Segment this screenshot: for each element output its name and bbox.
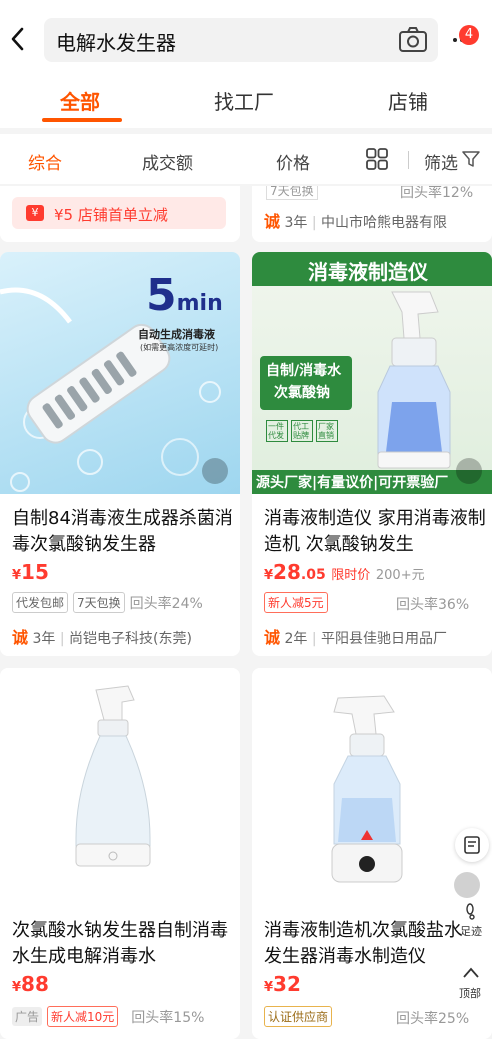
product-title[interactable]: 消毒液制造仪 家用消毒液制造机 次氯酸钠发生 (264, 506, 486, 558)
message-badge: 4 (459, 25, 479, 45)
tag: 7天包换 (73, 592, 125, 613)
chevron-up-icon[interactable] (462, 966, 480, 980)
product-tags: 新人减5元 (264, 592, 328, 613)
notes-button[interactable] (455, 828, 489, 862)
repeat-rate: 回头率25% (396, 1011, 470, 1027)
coupon-icon: ¥ (26, 205, 44, 221)
supplier-name: 尚铠电子科技(东莞) (69, 631, 192, 647)
product-price: ¥28.05 限时价 200+元 (264, 560, 425, 584)
grid-view-icon[interactable] (366, 148, 388, 170)
repeat-rate: 回头率15% (131, 1009, 205, 1026)
ad-tag: 广告 (12, 1007, 43, 1026)
product-card-top-right[interactable]: 7天包换 回头率12% 诚 3年 | 中山市哈熊电器有限 (252, 186, 492, 242)
supplier-years: 3年 (284, 215, 308, 231)
filter-icon[interactable] (462, 150, 480, 168)
repeat-rate: 回头率36% (396, 597, 470, 613)
product-tags: 代发包邮 7天包换 回头率24% (12, 592, 203, 613)
product-image: 5min 自动生成消毒液 (如需更高浓度可延时) (0, 252, 240, 494)
back-button[interactable] (6, 24, 28, 54)
tag-exchange: 7天包换 (266, 186, 318, 200)
image-mini-labels: 一件代发 代工贴牌 厂家直销 (266, 420, 338, 442)
image-search-icon[interactable] (202, 458, 228, 484)
product-price: ¥88 (12, 972, 49, 996)
category-tabs: 全部 找工厂 店铺 (0, 78, 492, 128)
supplier-name: 平阳县佳驰日用品厂 (321, 631, 448, 647)
cheng-icon: 诚 (12, 628, 29, 647)
shop-coupon-badge[interactable]: ¥ ¥5 店铺首单立减 (12, 197, 226, 229)
search-input[interactable]: 电解水发生器 (44, 18, 438, 62)
repeat-rate: 回头率12% (400, 186, 474, 201)
product-card[interactable]: 5min 自动生成消毒液 (如需更高浓度可延时) 自制84消毒液生成器杀菌消毒次… (0, 252, 240, 656)
divider (408, 151, 409, 169)
limit-price-label: 限时价 (331, 568, 371, 583)
sold-count: 200+元 (375, 568, 425, 583)
supplier-line[interactable]: 诚 3年 | 中山市哈熊电器有限 (264, 208, 447, 232)
product-image: 消毒液制造仪 自制/消毒水 次氯酸钠 一件代发 代工贴牌 厂家直销 源头厂家|有… (252, 252, 492, 494)
sort-volume[interactable]: 成交额 (142, 149, 193, 174)
image-label-box: 自制/消毒水 次氯酸钠 (260, 356, 352, 410)
product-title[interactable]: 自制84消毒液生成器杀菌消毒次氯酸钠发生器 (12, 506, 234, 558)
filter-button[interactable]: 筛选 (424, 149, 458, 174)
message-button[interactable]: 4 (449, 22, 487, 58)
supplier-years: 2年 (284, 631, 308, 647)
certified-supplier-tag: 认证供应商 (264, 1006, 333, 1027)
supplier-name: 中山市哈熊电器有限 (321, 215, 448, 231)
product-card[interactable]: 次氯酸水钠发生器自制消毒水生成电解消毒水 ¥88 广告 新人减10元 回头率15… (0, 668, 240, 1039)
product-price: ¥15 (12, 560, 49, 584)
camera-icon[interactable] (398, 26, 428, 54)
repeat-rate: 回头率24% (129, 595, 203, 612)
supplier-line[interactable]: 诚 3年 | 尚铠电子科技(东莞) (12, 624, 192, 648)
tab-shop[interactable]: 店铺 (388, 86, 428, 115)
image-caption-line1: 自动生成消毒液 (138, 328, 215, 341)
supplier-years: 3年 (32, 631, 56, 647)
supplier-line[interactable]: 诚 2年 | 平阳县佳驰日用品厂 (264, 624, 447, 648)
product-title[interactable]: 次氯酸水钠发生器自制消毒水生成电解消毒水 (12, 918, 234, 970)
product-tags: 广告 新人减10元 回头率15% (12, 1006, 204, 1027)
product-image (252, 668, 492, 910)
image-caption-line2: (如需更高浓度可延时) (140, 343, 219, 352)
footprint-icon[interactable] (462, 902, 480, 920)
product-title[interactable]: 消毒液制造机次氯酸盐水发生器消毒水制造仪 (264, 918, 464, 970)
top-bar: 电解水发生器 4 (0, 0, 492, 78)
tab-factory[interactable]: 找工厂 (214, 86, 274, 115)
search-query: 电解水发生器 (56, 31, 176, 55)
sort-bar: 综合 成交额 价格 筛选 (0, 134, 492, 184)
sort-general[interactable]: 综合 (28, 149, 62, 174)
sort-price[interactable]: 价格 (276, 149, 310, 174)
cheng-icon: 诚 (264, 212, 281, 231)
footprint-button[interactable]: 足迹 (460, 923, 482, 939)
tag: 新人减10元 (47, 1006, 119, 1027)
cheng-icon: 诚 (264, 628, 281, 647)
tag: 代发包邮 (12, 592, 69, 613)
chevron-left-icon (11, 27, 24, 51)
active-tab-indicator (42, 118, 122, 122)
image-search-icon[interactable] (454, 872, 480, 898)
tab-all[interactable]: 全部 (60, 86, 100, 115)
product-price: ¥32 (264, 972, 301, 996)
coupon-text: ¥5 店铺首单立减 (54, 206, 168, 224)
product-tags: 认证供应商 (264, 1006, 333, 1027)
product-card[interactable]: 消毒液制造仪 自制/消毒水 次氯酸钠 一件代发 代工贴牌 厂家直销 源头厂家|有… (252, 252, 492, 656)
image-search-icon[interactable] (456, 458, 482, 484)
product-image (0, 668, 240, 910)
tag: 新人减5元 (264, 592, 328, 613)
spray-bottle-illustration (331, 695, 403, 883)
notes-icon (464, 836, 480, 854)
back-to-top-button[interactable]: 顶部 (459, 985, 481, 1001)
bottle-generator-illustration (75, 685, 151, 867)
image-caption: 5min (146, 270, 223, 321)
